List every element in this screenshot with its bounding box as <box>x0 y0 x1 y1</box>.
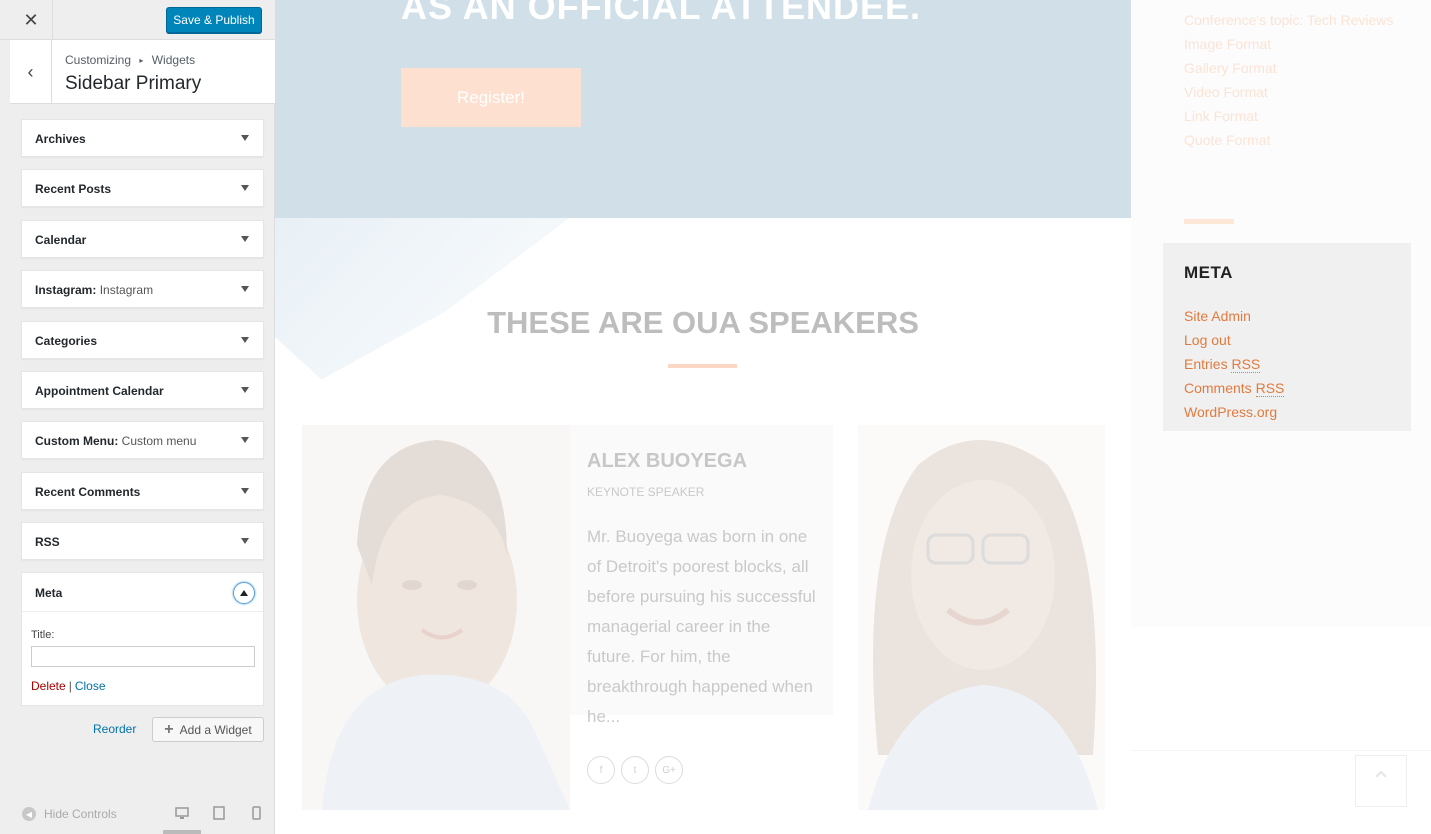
register-button[interactable]: Register! <box>401 68 581 127</box>
customizer-footer: ◀ Hide Controls <box>0 794 275 834</box>
widget-recent-comments[interactable]: Recent Comments <box>21 472 264 510</box>
expand-arrow-icon[interactable] <box>241 488 249 494</box>
recent-post-link[interactable]: Conference's topic: Tech Reviews <box>1184 8 1393 32</box>
mobile-preview-icon[interactable] <box>248 805 264 821</box>
widget-calendar[interactable]: Calendar <box>21 220 264 258</box>
widget-title: Custom Menu: Custom menu <box>35 434 197 448</box>
log-out-link[interactable]: Log out <box>1184 328 1284 352</box>
widget-title: Appointment Calendar <box>35 384 164 398</box>
widget-meta-expanded: Meta Title: Delete | Close <box>21 572 264 706</box>
widget-title: Recent Posts <box>35 182 112 196</box>
speaker-photo-left <box>302 425 570 810</box>
desktop-preview-icon[interactable] <box>174 805 190 821</box>
site-admin-link[interactable]: Site Admin <box>1184 304 1284 328</box>
widget-actions: Delete | Close <box>31 679 106 693</box>
active-device-indicator <box>163 830 201 834</box>
recent-post-link[interactable]: Link Format <box>1184 104 1393 128</box>
meta-links-list: Site Admin Log out Entries RSS Comments … <box>1184 304 1285 424</box>
decorative-shape <box>275 218 570 380</box>
speaker-photo-right <box>858 425 1105 810</box>
expand-arrow-icon[interactable] <box>241 185 249 191</box>
expand-arrow-icon[interactable] <box>241 387 249 393</box>
breadcrumb-item-customizing: Customizing <box>65 53 132 67</box>
title-field[interactable] <box>31 646 255 667</box>
expand-arrow-icon[interactable] <box>241 437 249 443</box>
expand-arrow-icon[interactable] <box>241 135 249 141</box>
back-to-top-icon[interactable]: ⌃ <box>1355 755 1407 807</box>
breadcrumb-separator-icon: ▸ <box>139 56 144 65</box>
recent-post-link[interactable]: Gallery Format <box>1184 56 1393 80</box>
speaker-name[interactable]: ALEX BUOYEGA <box>587 450 747 473</box>
twitter-icon[interactable]: t <box>621 756 649 784</box>
entries-rss-link[interactable]: Entries RSS <box>1184 352 1284 376</box>
hide-controls-button[interactable]: ◀ Hide Controls <box>22 807 117 821</box>
back-arrow-icon[interactable]: ‹ <box>10 40 52 104</box>
google-plus-icon[interactable]: G+ <box>655 756 683 784</box>
speaker-role: KEYNOTE SPEAKER <box>587 485 705 499</box>
widget-appointment-calendar[interactable]: Appointment Calendar <box>21 371 264 409</box>
comments-rss-link[interactable]: Comments RSS <box>1184 376 1285 400</box>
widget-categories[interactable]: Categories <box>21 321 264 359</box>
site-preview: AS AN OFFICIAL ATTENDEE. Register! THESE… <box>275 0 1431 834</box>
breadcrumb-item-widgets: Widgets <box>151 53 196 67</box>
heading-underline <box>668 364 737 368</box>
add-widget-label: Add a Widget <box>179 722 252 737</box>
facebook-icon[interactable]: f <box>587 756 615 784</box>
widget-rss[interactable]: RSS <box>21 522 264 560</box>
customizer-sidebar: ✕ Save & Publish ‹ Customizing ▸ Widgets… <box>0 0 275 834</box>
delete-link[interactable]: Delete <box>31 679 66 693</box>
wordpress-org-link[interactable]: WordPress.org <box>1184 400 1284 424</box>
breadcrumb: Customizing ▸ Widgets <box>65 53 195 67</box>
title-field-label: Title: <box>31 629 55 641</box>
add-widget-button[interactable]: + Add a Widget <box>152 717 264 742</box>
widget-title: Archives <box>35 132 86 146</box>
expand-arrow-icon[interactable] <box>241 236 249 242</box>
widget-archives[interactable]: Archives <box>21 119 264 157</box>
action-separator: | <box>68 679 72 693</box>
hero-section: AS AN OFFICIAL ATTENDEE. Register! <box>275 0 1131 218</box>
meta-widget-title: META <box>1184 263 1233 282</box>
right-sidebar: Conference's topic: Tech Reviews Image F… <box>1131 0 1431 834</box>
reorder-link[interactable]: Reorder <box>93 722 136 736</box>
meta-widget-preview: META Site Admin Log out Entries RSS Comm… <box>1163 243 1411 431</box>
widget-recent-posts[interactable]: Recent Posts <box>21 169 264 207</box>
customizer-header: ✕ Save & Publish <box>0 0 275 40</box>
collapse-sidebar-icon: ◀ <box>22 807 36 821</box>
expand-arrow-icon[interactable] <box>241 286 249 292</box>
widget-title: Instagram: Instagram <box>35 283 154 297</box>
widget-title: RSS <box>35 535 60 549</box>
widget-instagram[interactable]: Instagram: Instagram <box>21 270 264 308</box>
widget-title: Meta <box>35 586 63 600</box>
speaker-bio: Mr. Buoyega was born in one of Detroit's… <box>587 527 816 726</box>
widget-custom-menu[interactable]: Custom Menu: Custom menu <box>21 421 264 459</box>
recent-post-link[interactable]: Quote Format <box>1184 128 1393 152</box>
close-icon[interactable]: ✕ <box>10 0 53 40</box>
plus-icon: + <box>164 720 174 738</box>
hero-heading: AS AN OFFICIAL ATTENDEE. <box>401 0 922 27</box>
section-header: ‹ Customizing ▸ Widgets Sidebar Primary <box>10 40 275 104</box>
close-link[interactable]: Close <box>75 679 106 693</box>
widget-accent-bar <box>1184 219 1234 224</box>
recent-post-link[interactable]: Image Format <box>1184 32 1393 56</box>
section-title: Sidebar Primary <box>65 73 202 94</box>
collapse-arrow-icon[interactable] <box>233 582 255 604</box>
widget-title: Calendar <box>35 233 87 247</box>
expand-arrow-icon[interactable] <box>241 337 249 343</box>
hide-controls-label: Hide Controls <box>44 807 117 821</box>
tablet-preview-icon[interactable] <box>211 805 227 821</box>
speakers-heading: THESE ARE OUA SPEAKERS <box>487 305 919 340</box>
widget-title: Recent Comments <box>35 485 141 499</box>
recent-post-link[interactable]: Video Format <box>1184 80 1393 104</box>
widget-meta-header[interactable]: Meta <box>22 573 263 612</box>
expand-arrow-icon[interactable] <box>241 538 249 544</box>
recent-posts-list: Conference's topic: Tech Reviews Image F… <box>1184 8 1393 152</box>
save-publish-button[interactable]: Save & Publish <box>166 7 262 33</box>
widget-title: Categories <box>35 334 98 348</box>
divider <box>1131 750 1431 751</box>
